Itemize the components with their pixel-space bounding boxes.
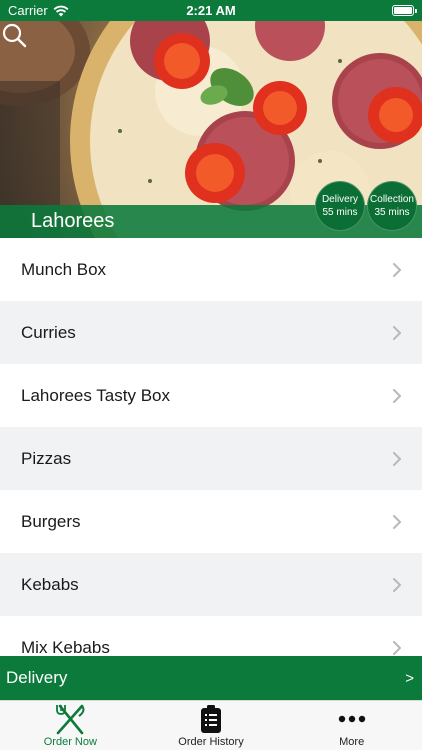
menu-item-munch-box[interactable]: Munch Box xyxy=(0,238,422,301)
tab-label: More xyxy=(339,736,365,748)
hero-banner: Lahorees Delivery 55 mins Collection 35 … xyxy=(0,21,422,238)
tab-more[interactable]: More xyxy=(281,701,422,750)
menu-item-pizzas[interactable]: Pizzas xyxy=(0,427,422,490)
order-mode-label: Delivery xyxy=(6,668,68,687)
chevron-right-icon xyxy=(393,388,401,403)
carrier-label: Carrier xyxy=(8,3,48,18)
collection-label: Collection xyxy=(370,194,414,205)
chevron-right-icon xyxy=(393,451,401,466)
menu-item-kebabs[interactable]: Kebabs xyxy=(0,553,422,616)
chevron-right-icon xyxy=(393,514,401,529)
tab-bar: Order Now Order History More xyxy=(0,700,422,750)
menu-category-list: Munch Box Curries Lahorees Tasty Box Piz… xyxy=(0,238,422,656)
order-mode-arrow: > xyxy=(405,669,414,687)
wifi-icon xyxy=(53,5,69,16)
battery-icon xyxy=(392,5,417,16)
tab-label: Order Now xyxy=(43,736,97,748)
chevron-right-icon xyxy=(393,640,401,655)
chevron-right-icon xyxy=(393,262,401,277)
tab-order-history[interactable]: Order History xyxy=(141,701,282,750)
status-bar: Carrier 2:21 AM xyxy=(0,0,422,21)
status-left: Carrier xyxy=(8,3,69,18)
menu-item-label: Curries xyxy=(21,322,76,342)
delivery-time: 55 mins xyxy=(322,207,358,218)
delivery-label: Delivery xyxy=(321,194,359,205)
clipboard-icon xyxy=(201,705,221,733)
menu-item-lahorees-tasty-box[interactable]: Lahorees Tasty Box xyxy=(0,364,422,427)
menu-item-label: Pizzas xyxy=(21,448,72,468)
menu-item-label: Mix Kebabs xyxy=(21,637,110,657)
restaurant-name: Lahorees xyxy=(31,210,115,232)
more-dots-icon xyxy=(338,715,365,723)
fork-knife-icon xyxy=(56,704,85,735)
tab-order-now[interactable]: Order Now xyxy=(0,701,141,750)
menu-item-label: Kebabs xyxy=(21,574,79,594)
chevron-right-icon xyxy=(393,577,401,592)
delivery-time-badge: Delivery 55 mins xyxy=(315,181,365,231)
menu-item-label: Munch Box xyxy=(21,259,107,279)
tab-label: Order History xyxy=(178,736,244,748)
search-icon[interactable] xyxy=(0,21,28,49)
menu-item-burgers[interactable]: Burgers xyxy=(0,490,422,553)
menu-item-label: Burgers xyxy=(21,511,81,531)
chevron-right-icon xyxy=(393,325,401,340)
menu-item-mix-kebabs[interactable]: Mix Kebabs xyxy=(0,616,422,656)
collection-time-badge: Collection 35 mins xyxy=(367,181,417,231)
menu-item-label: Lahorees Tasty Box xyxy=(21,385,170,405)
order-mode-bar[interactable]: Delivery > xyxy=(0,656,422,700)
collection-time: 35 mins xyxy=(374,207,410,218)
menu-item-curries[interactable]: Curries xyxy=(0,301,422,364)
